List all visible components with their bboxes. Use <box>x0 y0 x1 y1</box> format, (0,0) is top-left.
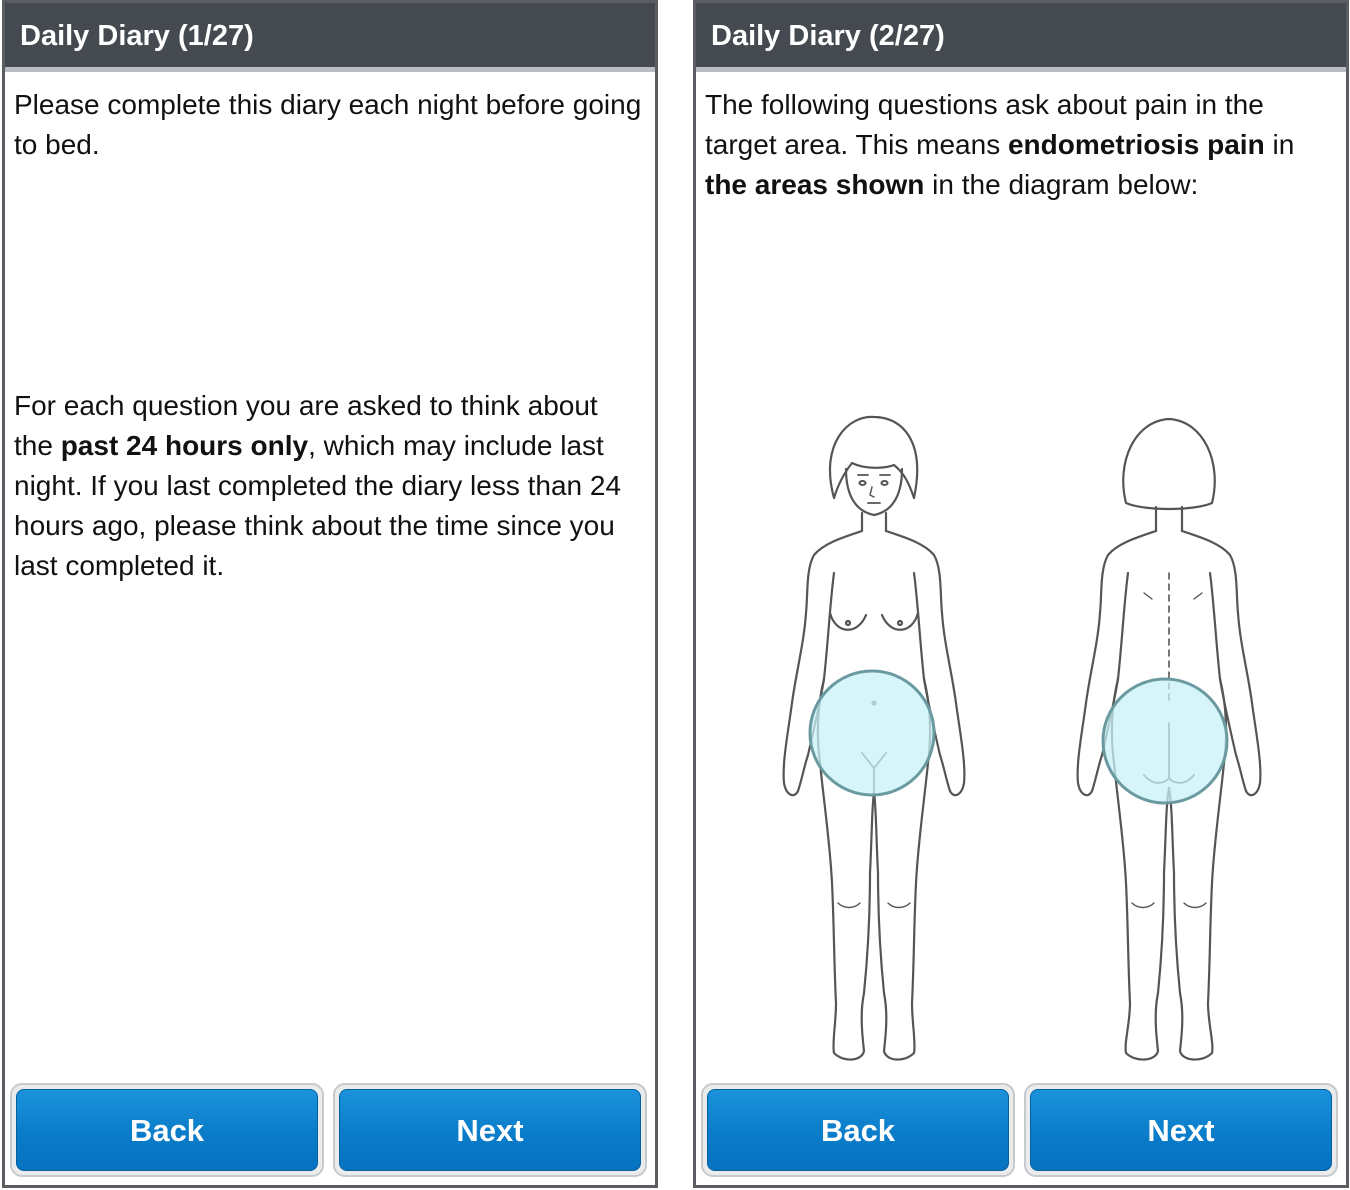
next-button-label: Next <box>1030 1089 1332 1171</box>
target-text-mid: in <box>1264 129 1295 160</box>
diary-screen-1: Daily Diary (1/27) Please complete this … <box>2 0 658 1188</box>
title-bar: Daily Diary (1/27) <box>5 3 655 72</box>
navigation-bar: Back Next <box>701 1083 1341 1179</box>
target-area-paragraph: The following questions ask about pain i… <box>705 85 1334 205</box>
navigation-bar: Back Next <box>10 1083 650 1179</box>
pain-emphasis: endometriosis pain <box>1007 129 1265 160</box>
period-emphasis: past 24 hours only <box>60 430 309 461</box>
areas-emphasis: the areas shown <box>705 169 925 200</box>
title-bar: Daily Diary (2/27) <box>696 3 1346 72</box>
body-diagram <box>774 403 1274 1073</box>
intro-paragraph: Please complete this diary each night be… <box>14 89 642 160</box>
back-button[interactable]: Back <box>10 1083 324 1177</box>
back-button-label: Back <box>16 1089 318 1171</box>
next-button[interactable]: Next <box>333 1083 647 1177</box>
target-text-end: in the diagram below: <box>924 169 1199 200</box>
diary-screen-2: Daily Diary (2/27) The following questio… <box>693 0 1349 1188</box>
instructions: Please complete this diary each night be… <box>14 85 643 586</box>
screen-title: Daily Diary (1/27) <box>20 20 254 52</box>
back-button[interactable]: Back <box>701 1083 1015 1177</box>
front-pain-area-highlight <box>808 669 936 797</box>
screen-title: Daily Diary (2/27) <box>711 20 945 52</box>
next-button-label: Next <box>339 1089 641 1171</box>
period-paragraph: For each question you are asked to think… <box>14 386 643 586</box>
back-pain-area-highlight <box>1101 677 1229 805</box>
next-button[interactable]: Next <box>1024 1083 1338 1177</box>
back-button-label: Back <box>707 1089 1009 1171</box>
instructions: The following questions ask about pain i… <box>705 85 1334 205</box>
